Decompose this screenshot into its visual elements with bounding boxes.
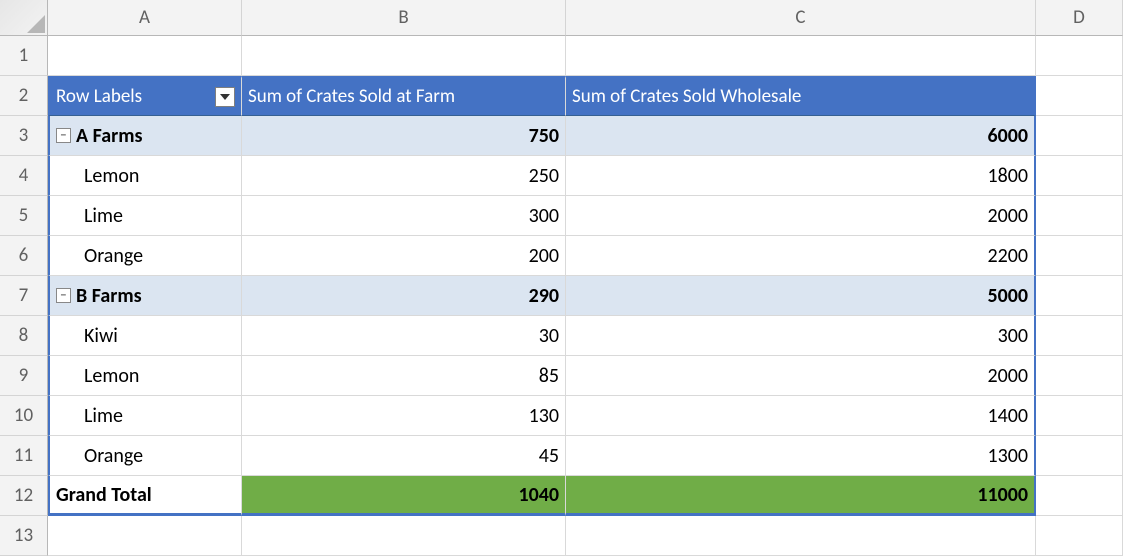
row-header-4[interactable]: 4 — [0, 156, 48, 196]
grand-total-c[interactable]: 11000 — [566, 476, 1036, 516]
item-b-lime-label[interactable]: Lime — [48, 396, 242, 436]
group-a-farms-text: A Farms — [76, 124, 143, 148]
item-b-lime-b[interactable]: 130 — [242, 396, 566, 436]
row-header-11[interactable]: 11 — [0, 436, 48, 476]
cell-D13[interactable] — [1036, 516, 1123, 556]
cell-C1[interactable] — [566, 36, 1036, 76]
cell-D7[interactable] — [1036, 276, 1123, 316]
cell-D9[interactable] — [1036, 356, 1123, 396]
grand-total-label[interactable]: Grand Total — [48, 476, 242, 516]
cell-C13[interactable] — [566, 516, 1036, 556]
row-header-10[interactable]: 10 — [0, 396, 48, 436]
item-a-lemon-b[interactable]: 250 — [242, 156, 566, 196]
item-a-orange-label[interactable]: Orange — [48, 236, 242, 276]
select-all-corner[interactable] — [0, 0, 48, 36]
cell-D12[interactable] — [1036, 476, 1123, 516]
item-a-lemon-c[interactable]: 1800 — [566, 156, 1036, 196]
cell-D8[interactable] — [1036, 316, 1123, 356]
group-b-farms-label[interactable]: − B Farms — [48, 276, 242, 316]
chevron-down-icon — [220, 94, 230, 100]
col-header-D[interactable]: D — [1036, 0, 1123, 36]
item-a-orange-c[interactable]: 2200 — [566, 236, 1036, 276]
item-a-lime-c[interactable]: 2000 — [566, 196, 1036, 236]
collapse-b-farms[interactable]: − — [56, 288, 71, 303]
group-b-farms-sum-c[interactable]: 5000 — [566, 276, 1036, 316]
row-header-8[interactable]: 8 — [0, 316, 48, 356]
item-b-orange-c[interactable]: 1300 — [566, 436, 1036, 476]
item-b-kiwi-b[interactable]: 30 — [242, 316, 566, 356]
item-b-orange-label[interactable]: Orange — [48, 436, 242, 476]
col-header-C[interactable]: C — [566, 0, 1036, 36]
grand-total-b[interactable]: 1040 — [242, 476, 566, 516]
row-header-13[interactable]: 13 — [0, 516, 48, 556]
cell-B13[interactable] — [242, 516, 566, 556]
row-header-5[interactable]: 5 — [0, 196, 48, 236]
cell-A1[interactable] — [48, 36, 242, 76]
col-header-B[interactable]: B — [242, 0, 566, 36]
row-header-9[interactable]: 9 — [0, 356, 48, 396]
item-b-lemon-b[interactable]: 85 — [242, 356, 566, 396]
cell-D10[interactable] — [1036, 396, 1123, 436]
item-b-lemon-label[interactable]: Lemon — [48, 356, 242, 396]
cell-D2[interactable] — [1036, 76, 1123, 116]
item-a-orange-b[interactable]: 200 — [242, 236, 566, 276]
col-header-A[interactable]: A — [48, 0, 242, 36]
item-b-lime-c[interactable]: 1400 — [566, 396, 1036, 436]
cell-A13[interactable] — [48, 516, 242, 556]
group-a-farms-sum-c[interactable]: 6000 — [566, 116, 1036, 156]
row-header-6[interactable]: 6 — [0, 236, 48, 276]
row-header-3[interactable]: 3 — [0, 116, 48, 156]
group-a-farms-label[interactable]: − A Farms — [48, 116, 242, 156]
cell-D11[interactable] — [1036, 436, 1123, 476]
item-a-lime-b[interactable]: 300 — [242, 196, 566, 236]
pivot-rowlabels-text: Row Labels — [56, 85, 142, 108]
item-b-lemon-c[interactable]: 2000 — [566, 356, 1036, 396]
row-header-2[interactable]: 2 — [0, 76, 48, 116]
group-b-farms-sum-b[interactable]: 290 — [242, 276, 566, 316]
rowlabels-filter-dropdown[interactable] — [215, 87, 235, 107]
cell-D1[interactable] — [1036, 36, 1123, 76]
cell-D6[interactable] — [1036, 236, 1123, 276]
row-header-12[interactable]: 12 — [0, 476, 48, 516]
row-header-1[interactable]: 1 — [0, 36, 48, 76]
collapse-a-farms[interactable]: − — [56, 128, 71, 143]
item-b-kiwi-label[interactable]: Kiwi — [48, 316, 242, 356]
cell-D5[interactable] — [1036, 196, 1123, 236]
cell-B1[interactable] — [242, 36, 566, 76]
item-a-lemon-label[interactable]: Lemon — [48, 156, 242, 196]
row-header-7[interactable]: 7 — [0, 276, 48, 316]
cell-D3[interactable] — [1036, 116, 1123, 156]
group-a-farms-sum-b[interactable]: 750 — [242, 116, 566, 156]
pivot-rowlabels-header[interactable]: Row Labels — [48, 76, 242, 116]
item-a-lime-label[interactable]: Lime — [48, 196, 242, 236]
spreadsheet-grid: A B C D 1 2 Row Labels Sum of Crates Sol… — [0, 0, 1123, 556]
pivot-col-c-header[interactable]: Sum of Crates Sold Wholesale — [566, 76, 1036, 116]
item-b-orange-b[interactable]: 45 — [242, 436, 566, 476]
group-b-farms-text: B Farms — [76, 284, 142, 308]
cell-D4[interactable] — [1036, 156, 1123, 196]
item-b-kiwi-c[interactable]: 300 — [566, 316, 1036, 356]
pivot-col-b-header[interactable]: Sum of Crates Sold at Farm — [242, 76, 566, 116]
